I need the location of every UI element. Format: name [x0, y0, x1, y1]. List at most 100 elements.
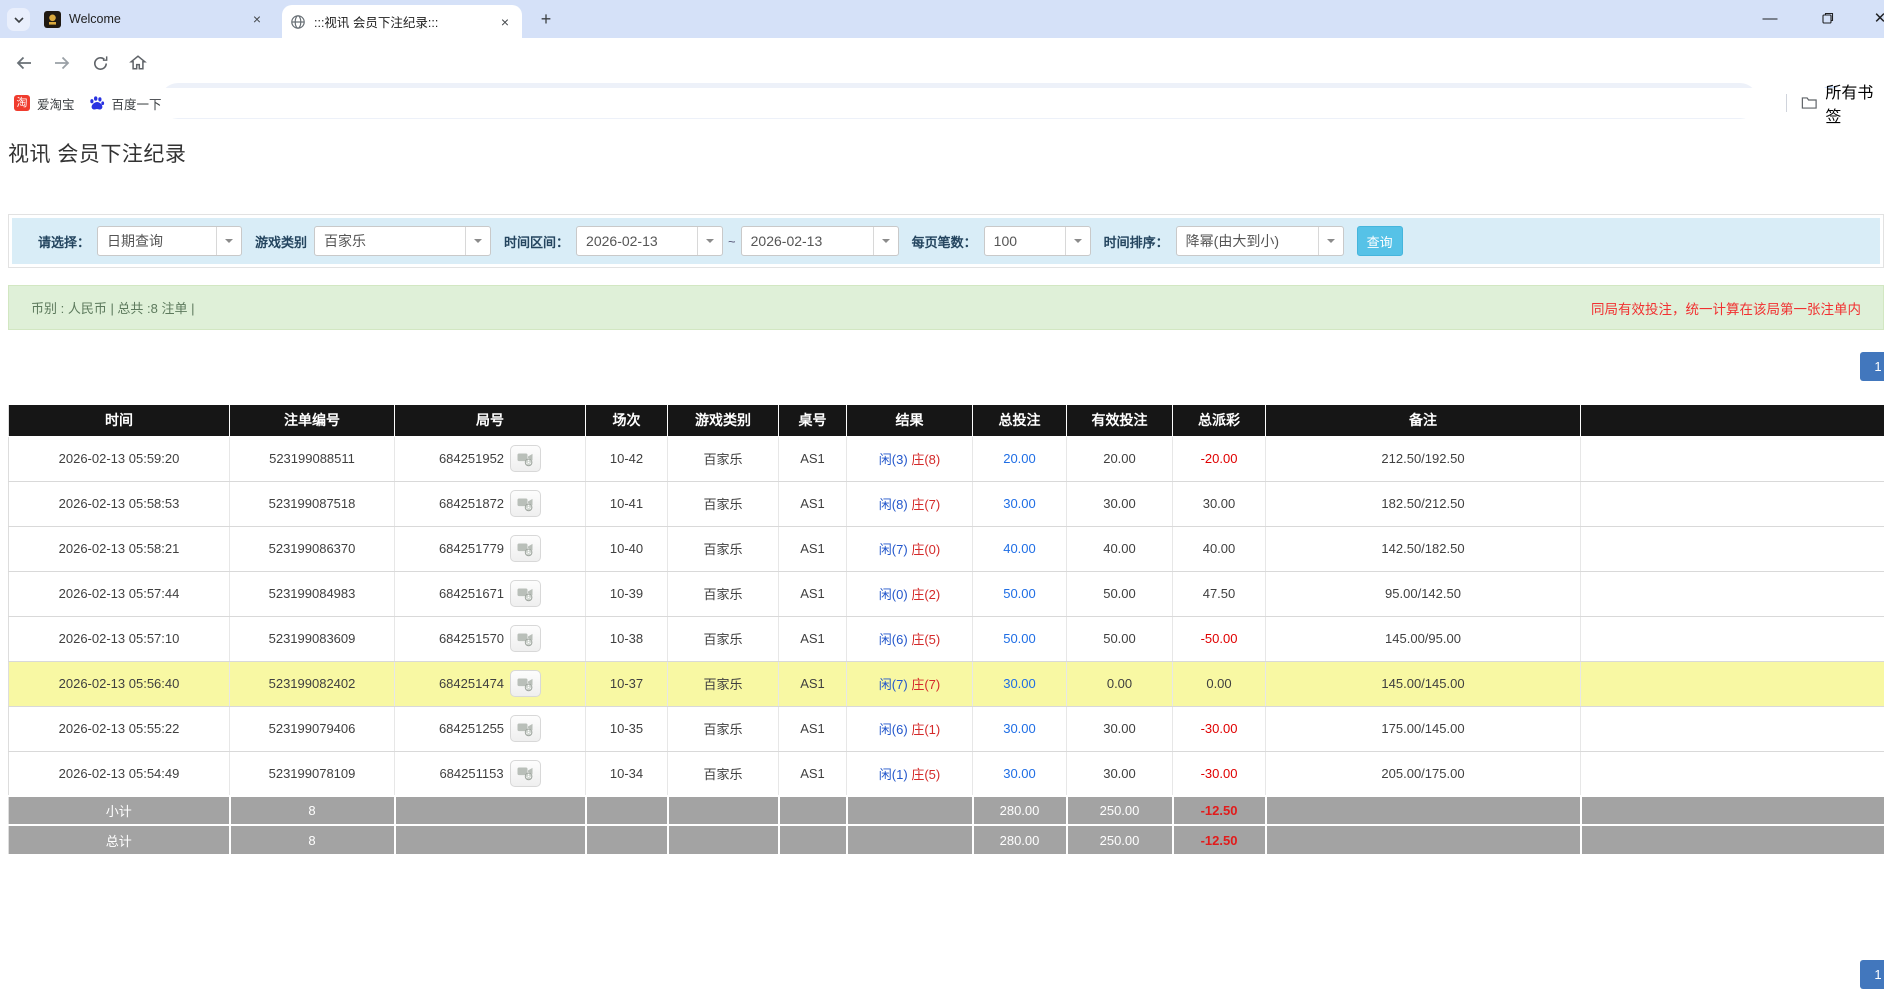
back-button[interactable]: [12, 51, 36, 75]
cell-time: 2026-02-13 05:57:10: [9, 616, 230, 661]
video-replay-button[interactable]: [510, 445, 541, 472]
all-bookmarks-label: 所有书签: [1825, 79, 1884, 127]
video-replay-button[interactable]: [510, 535, 541, 562]
refresh-icon: [91, 54, 110, 73]
restore-icon: [1822, 12, 1834, 24]
tab-close-icon[interactable]: ×: [496, 13, 514, 31]
tilde-separator: ~: [728, 234, 736, 249]
video-replay-button[interactable]: [510, 760, 541, 787]
home-button[interactable]: [126, 51, 150, 75]
cell-game-type: 百家乐: [668, 616, 779, 661]
tab-title: Welcome: [69, 12, 248, 26]
cell-total-bet: 50.00: [973, 571, 1067, 616]
cell-total-bet: 30.00: [973, 661, 1067, 706]
dropdown-arrow-icon: [1318, 227, 1343, 255]
search-button[interactable]: 查询: [1357, 226, 1403, 256]
cell-time: 2026-02-13 05:56:40: [9, 661, 230, 706]
taobao-icon: 淘: [14, 95, 30, 111]
window-close-button[interactable]: ✕: [1858, 0, 1884, 36]
round-number: 684251872: [439, 496, 504, 511]
sum-valid-bet: 250.00: [1067, 825, 1173, 854]
table-row: 2026-02-13 05:59:20523199088511684251952…: [9, 436, 1884, 481]
video-replay-button[interactable]: [510, 670, 541, 697]
date-from-value: 2026-02-13: [577, 227, 697, 255]
currency-summary-text: 币别 : 人民币 | 总共 :8 注单 |: [31, 298, 195, 317]
column-header: 桌号: [779, 405, 847, 436]
cell-filler: [1581, 751, 1884, 796]
game-type-value: 百家乐: [315, 227, 465, 255]
sum-total-bet: 280.00: [973, 825, 1067, 854]
sum-valid-bet: 250.00: [1067, 796, 1173, 825]
new-tab-button[interactable]: +: [534, 7, 558, 31]
sum-empty: [395, 796, 586, 825]
column-header: 备注: [1266, 405, 1581, 436]
dropdown-arrow-icon: [216, 227, 241, 255]
cell-result: 闲(3) 庄(8): [847, 436, 973, 481]
refresh-button[interactable]: [88, 51, 112, 75]
bookmark-aitaobao[interactable]: 淘 爱淘宝: [14, 94, 75, 113]
cell-session: 10-35: [586, 706, 668, 751]
cell-valid-bet: 30.00: [1067, 751, 1173, 796]
cell-bet-id: 523199082402: [230, 661, 395, 706]
result-player: 闲(7): [879, 542, 908, 557]
cell-session: 10-39: [586, 571, 668, 616]
cell-total-bet: 30.00: [973, 751, 1067, 796]
tab-welcome[interactable]: Welcome ×: [36, 0, 274, 38]
cell-filler: [1581, 436, 1884, 481]
sum-empty: [586, 796, 668, 825]
page-size-select[interactable]: 100: [984, 226, 1091, 256]
pagination-page-1-top[interactable]: 1: [1860, 352, 1884, 381]
game-type-select[interactable]: 百家乐: [314, 226, 491, 256]
date-to-select[interactable]: 2026-02-13: [741, 226, 899, 256]
column-header: 游戏类别: [668, 405, 779, 436]
result-player: 闲(7): [879, 677, 908, 692]
all-bookmarks[interactable]: 所有书签: [1786, 88, 1884, 118]
video-replay-button[interactable]: [510, 580, 541, 607]
result-player: 闲(6): [879, 632, 908, 647]
page-size-label: 每页笔数：: [912, 232, 977, 251]
cell-session: 10-41: [586, 481, 668, 526]
cell-result: 闲(1) 庄(5): [847, 751, 973, 796]
table-row: 2026-02-13 05:57:10523199083609684251570…: [9, 616, 1884, 661]
cell-round: 684251255: [395, 706, 586, 751]
video-replay-button[interactable]: [510, 715, 541, 742]
cell-payout: 0.00: [1173, 661, 1266, 706]
date-from-select[interactable]: 2026-02-13: [576, 226, 723, 256]
window-minimize-button[interactable]: —: [1748, 0, 1792, 36]
cell-game-type: 百家乐: [668, 526, 779, 571]
tab-search-button[interactable]: [7, 8, 30, 31]
date-range-label: 时间区间：: [504, 232, 569, 251]
cell-valid-bet: 0.00: [1067, 661, 1173, 706]
cell-filler: [1581, 616, 1884, 661]
forward-button[interactable]: [50, 51, 74, 75]
result-banker: 庄(7): [911, 677, 940, 692]
cell-bet-id: 523199078109: [230, 751, 395, 796]
result-banker: 庄(1): [911, 722, 940, 737]
sum-count: 8: [230, 825, 395, 854]
video-replay-button[interactable]: [510, 490, 541, 517]
result-banker: 庄(7): [911, 497, 940, 512]
divider: [1786, 94, 1787, 112]
video-replay-button[interactable]: [510, 625, 541, 652]
cell-time: 2026-02-13 05:54:49: [9, 751, 230, 796]
cell-result: 闲(6) 庄(1): [847, 706, 973, 751]
tab-bet-record[interactable]: :::视讯 会员下注纪录::: ×: [282, 5, 522, 38]
cell-valid-bet: 50.00: [1067, 571, 1173, 616]
query-type-select[interactable]: 日期查询: [97, 226, 242, 256]
cell-total-bet: 40.00: [973, 526, 1067, 571]
sum-empty: [1581, 825, 1884, 854]
sort-select[interactable]: 降幂(由大到小): [1176, 226, 1344, 256]
column-header: 场次: [586, 405, 668, 436]
result-banker: 庄(8): [911, 452, 940, 467]
video-replay-icon: [517, 631, 534, 647]
window-restore-button[interactable]: [1806, 0, 1850, 36]
tab-close-icon[interactable]: ×: [248, 10, 266, 28]
bookmark-baidu[interactable]: 百度一下: [89, 94, 162, 113]
page-title: 视讯 会员下注纪录: [8, 138, 186, 168]
cell-filler: [1581, 481, 1884, 526]
pagination-page-1-bottom[interactable]: 1: [1860, 960, 1884, 989]
column-header: 总派彩: [1173, 405, 1266, 436]
table-row: 2026-02-13 05:58:53523199087518684251872…: [9, 481, 1884, 526]
sum-count: 8: [230, 796, 395, 825]
video-replay-icon: [517, 765, 534, 781]
